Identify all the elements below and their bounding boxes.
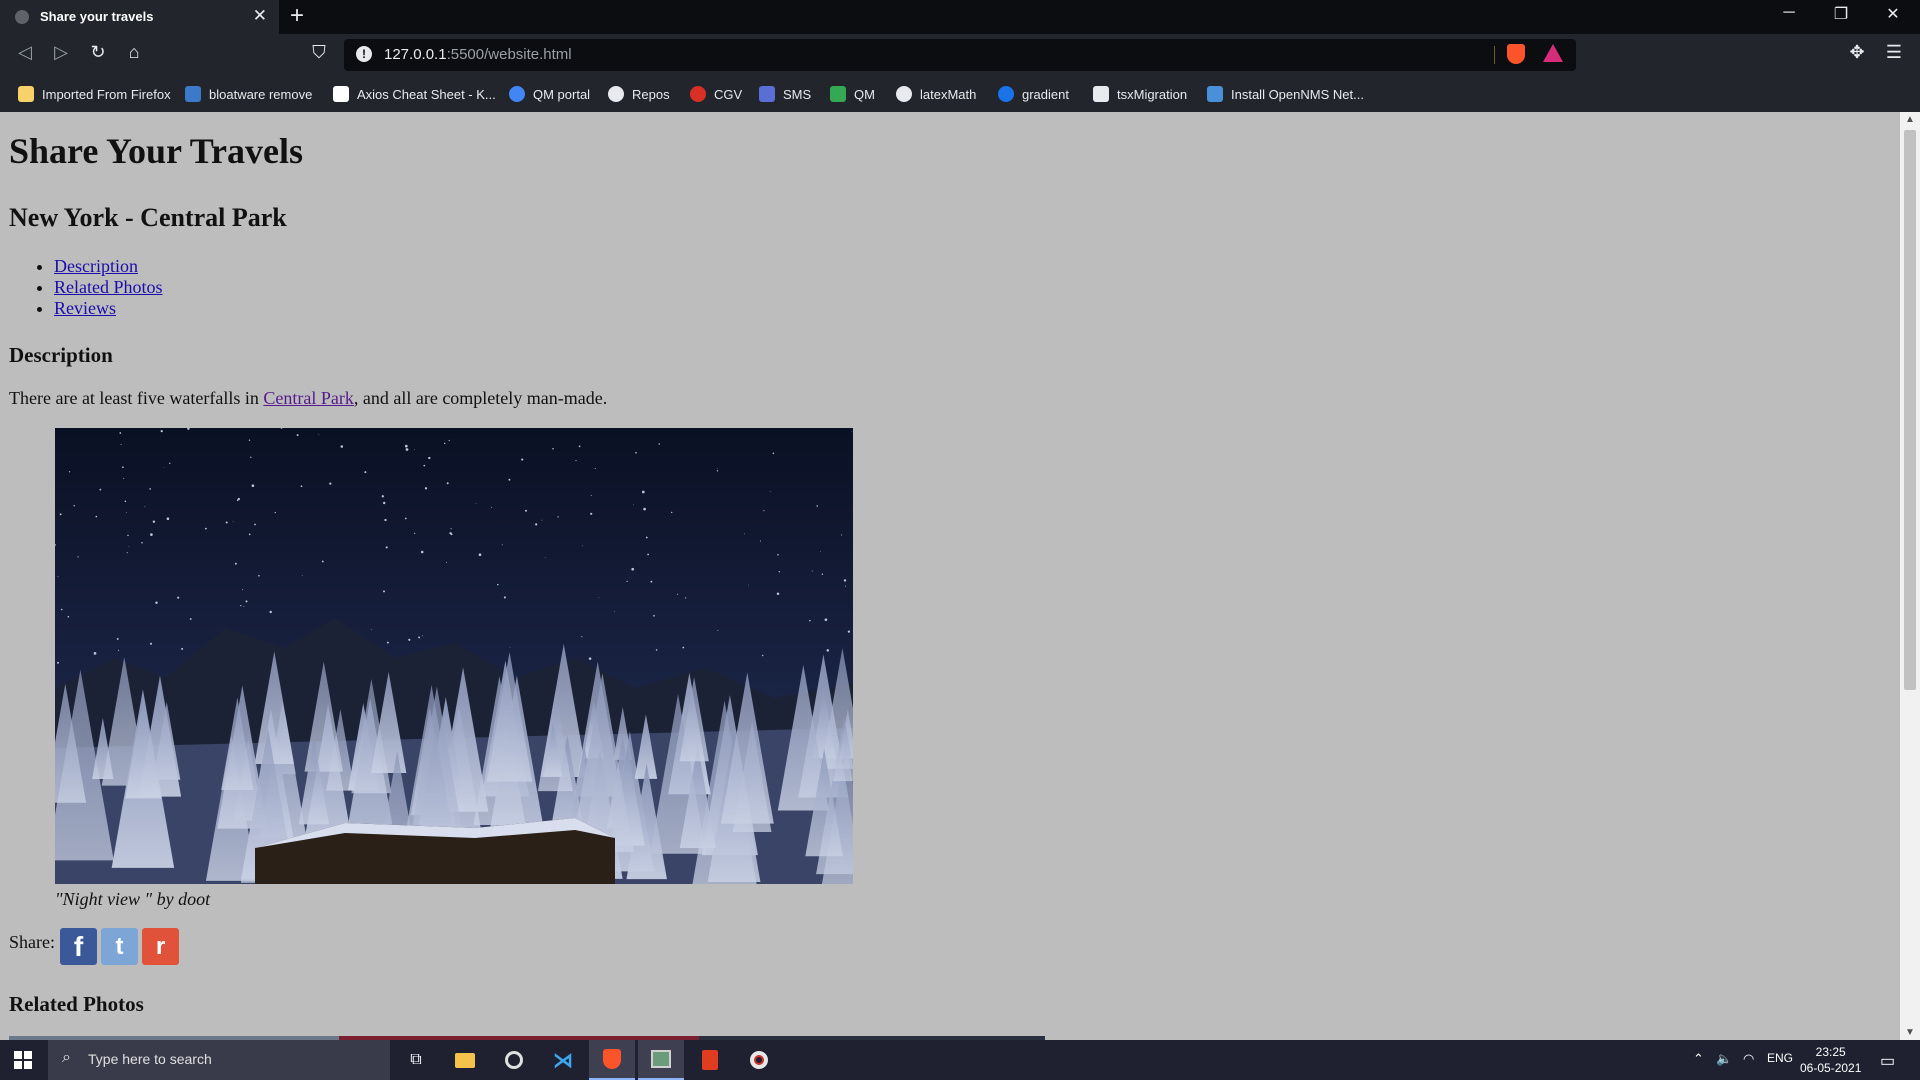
bookmark-latexmath[interactable]: latexMath (896, 83, 976, 105)
drive-icon (830, 86, 846, 102)
nav-item: Reviews (54, 298, 163, 319)
bookmark-gradient[interactable]: gradient (998, 83, 1069, 105)
close-window-button[interactable]: ✕ (1870, 4, 1916, 24)
home-icon[interactable]: ⌂ (121, 42, 147, 63)
bookmark-repos[interactable]: Repos (608, 83, 670, 105)
photo-illustration (55, 428, 853, 884)
site-info-icon[interactable]: ! (356, 46, 372, 62)
facebook-icon[interactable]: f (60, 928, 97, 965)
task-view-icon[interactable]: ⧉ (393, 1040, 439, 1080)
tsx-icon (1093, 86, 1109, 102)
search-placeholder: Type here to search (88, 1051, 212, 1067)
bookmarks-bar: Imported From Firefox bloatware remove A… (0, 76, 1920, 112)
cgv-icon (690, 86, 706, 102)
bookmark-bloatware-remove[interactable]: bloatware remove (185, 83, 312, 105)
search-icon: ⌕ (62, 1049, 71, 1066)
photo-caption: "Night view " by doot (55, 889, 211, 909)
bookmark-imported-from-firefox[interactable]: Imported From Firefox (18, 83, 171, 105)
github-icon (608, 86, 624, 102)
nav-link-reviews[interactable]: Reviews (54, 298, 116, 318)
dw-icon (185, 86, 201, 102)
night-view-photo (55, 428, 853, 884)
start-button[interactable] (0, 1040, 46, 1080)
description-text: There are at least five waterfalls in Ce… (9, 388, 608, 408)
folder-icon (18, 86, 34, 102)
clock[interactable]: 23:25 06-05-2021 (1800, 1044, 1861, 1076)
address-bar[interactable]: ! 127.0.0.1:5500/website.html (344, 39, 1576, 71)
new-tab-button[interactable]: + (290, 2, 304, 30)
forward-icon[interactable]: ▷ (48, 42, 74, 63)
separator (1494, 46, 1495, 64)
scroll-down-icon[interactable]: ▼ (1905, 1027, 1915, 1038)
bookmark-icon[interactable]: ⛉ (306, 42, 332, 63)
related-photos-heading: Related Photos (9, 992, 144, 1016)
globe-icon (15, 10, 29, 24)
notifications-icon[interactable]: ▭ (1880, 1051, 1895, 1071)
nav-item: Description (54, 256, 163, 277)
brave-browser-icon[interactable] (589, 1040, 635, 1080)
section-nav: Description Related Photos Reviews (9, 256, 163, 319)
media-player-icon[interactable] (491, 1040, 537, 1080)
reload-icon[interactable]: ↻ (85, 42, 111, 63)
bookmark-sms[interactable]: SMS (759, 83, 811, 105)
taskbar-search[interactable]: ⌕ Type here to search (48, 1040, 390, 1080)
volume-icon[interactable]: 🔈 (1716, 1051, 1732, 1067)
page-scrollbar[interactable]: ▲ ▼ (1900, 112, 1920, 1040)
scroll-thumb[interactable] (1904, 130, 1916, 690)
browser-tab[interactable]: Share your travels ✕ (0, 0, 279, 34)
brave-rewards-icon[interactable] (1543, 44, 1563, 62)
close-tab-icon[interactable]: ✕ (253, 6, 267, 26)
windows-taskbar: ⌕ Type here to search ⧉ ⋊ ⌃ 🔈 ◠ ENG 23:2… (0, 1040, 1920, 1080)
language-indicator[interactable]: ENG (1767, 1051, 1793, 1065)
github-icon (896, 86, 912, 102)
opennms-icon (1207, 86, 1223, 102)
nav-item: Related Photos (54, 277, 163, 298)
bookmark-axios-cheat-sheet[interactable]: Axios Cheat Sheet - K... (333, 83, 496, 105)
central-park-link[interactable]: Central Park (263, 388, 353, 408)
vscode-icon[interactable]: ⋊ (540, 1040, 586, 1080)
browser-tab-strip: Share your travels ✕ + ─ ❐ ✕ (0, 0, 1920, 34)
windows-logo-icon (14, 1051, 32, 1069)
wifi-icon[interactable]: ◠ (1743, 1051, 1754, 1067)
bookmark-install-opennms[interactable]: Install OpenNMS Net... (1207, 83, 1364, 105)
file-explorer-icon[interactable] (442, 1040, 488, 1080)
brave-shield-icon[interactable] (1507, 44, 1525, 64)
extensions-icon[interactable]: ✥ (1844, 42, 1870, 63)
bookmark-tsxmigration[interactable]: tsxMigration (1093, 83, 1187, 105)
bookmark-cgv[interactable]: CGV (690, 83, 742, 105)
page-subtitle: New York - Central Park (9, 203, 287, 232)
url-text[interactable]: 127.0.0.1:5500/website.html (384, 46, 572, 63)
description-heading: Description (9, 343, 113, 367)
web-page: Share Your Travels New York - Central Pa… (0, 112, 1900, 1040)
tray-expand-icon[interactable]: ⌃ (1693, 1051, 1704, 1067)
page-title: Share Your Travels (9, 131, 304, 171)
share-label: Share: (9, 932, 55, 952)
tab-title: Share your travels (40, 9, 154, 24)
bookmark-qm[interactable]: QM (830, 83, 875, 105)
nav-link-description[interactable]: Description (54, 256, 138, 276)
lifebuoy-app-icon[interactable] (736, 1040, 782, 1080)
reddit-icon[interactable]: r (142, 928, 179, 965)
office-icon[interactable] (687, 1040, 733, 1080)
scroll-up-icon[interactable]: ▲ (1905, 114, 1915, 125)
twitter-icon[interactable]: t (101, 928, 138, 965)
sms-icon (759, 86, 775, 102)
minimize-button[interactable]: ─ (1766, 4, 1812, 22)
clock-date: 06-05-2021 (1800, 1061, 1862, 1075)
restore-button[interactable]: ❐ (1818, 4, 1864, 24)
bookmark-qm-portal[interactable]: QM portal (509, 83, 590, 105)
back-icon[interactable]: ◁ (12, 42, 38, 63)
nav-link-related-photos[interactable]: Related Photos (54, 277, 163, 297)
qm-portal-icon (509, 86, 525, 102)
clock-time: 23:25 (1815, 1045, 1846, 1059)
app-window-icon[interactable] (638, 1040, 684, 1080)
gradient-icon (998, 86, 1014, 102)
k-icon (333, 86, 349, 102)
menu-icon[interactable]: ☰ (1881, 42, 1907, 63)
